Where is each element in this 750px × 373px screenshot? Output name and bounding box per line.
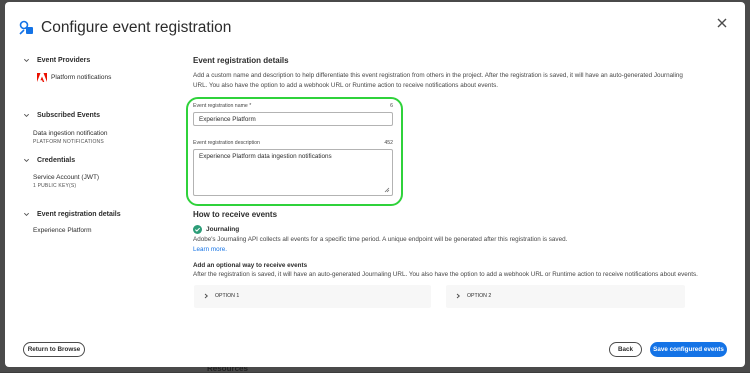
chevron-down-icon xyxy=(24,113,29,117)
sidebar-item-experience-platform: Experience Platform xyxy=(33,227,92,234)
sidebar-item-label: Platform notifications xyxy=(51,74,112,81)
sidebar-item-sub: 1 PUBLIC KEY(S) xyxy=(33,183,77,189)
section-heading-details: Event registration details xyxy=(193,56,289,65)
optional-text: After the registration is saved, it will… xyxy=(193,271,698,278)
sidebar-item-service-account: Service Account (JWT) 1 PUBLIC KEY(S) xyxy=(33,174,99,189)
journaling-text: Adobe's Journaling API collects all even… xyxy=(193,236,568,243)
dialog-title: Configure event registration xyxy=(41,19,232,36)
option-2-label: OPTION 2 xyxy=(467,293,492,299)
chevron-down-icon xyxy=(24,158,29,162)
return-to-browse-button[interactable]: Return to Browse xyxy=(23,342,85,357)
sidebar-heading-label: Event Providers xyxy=(37,57,91,64)
sidebar-heading-label: Credentials xyxy=(37,157,76,164)
sidebar-item-data-ingestion: Data ingestion notification PLATFORM NOT… xyxy=(33,130,107,145)
option-1-label: OPTION 1 xyxy=(215,293,240,299)
sidebar-heading-registration-details[interactable]: Event registration details xyxy=(23,211,121,218)
chevron-down-icon xyxy=(24,212,29,216)
sidebar-item-label: Service Account (JWT) xyxy=(33,174,100,181)
main-content: Event registration details Add a custom … xyxy=(193,56,703,278)
option-1-card[interactable]: OPTION 1 xyxy=(194,285,431,308)
chevron-down-icon xyxy=(24,58,29,62)
journaling-row: Journaling xyxy=(193,225,239,234)
highlight-outline xyxy=(186,97,403,206)
learn-more-link[interactable]: Learn more. xyxy=(193,246,227,253)
journaling-title: Journaling xyxy=(206,226,240,233)
configure-dialog: Configure event registration Event Provi… xyxy=(5,2,745,367)
sidebar-item-sub: PLATFORM NOTIFICATIONS xyxy=(33,139,104,145)
sidebar-item-label: Data ingestion notification xyxy=(33,130,108,137)
chevron-right-icon xyxy=(456,293,460,299)
optional-heading: Add an optional way to receive events xyxy=(193,262,308,269)
details-intro: Add a custom name and description to hel… xyxy=(193,72,683,89)
sidebar-item-platform-notifications: Platform notifications xyxy=(37,73,111,82)
adobe-logo-icon xyxy=(37,73,47,82)
checkmark-circle-icon xyxy=(193,225,202,234)
event-registration-icon xyxy=(19,20,33,35)
sidebar-heading-subscribed-events[interactable]: Subscribed Events xyxy=(23,112,100,119)
back-button[interactable]: Back xyxy=(609,342,642,357)
sidebar-heading-label: Subscribed Events xyxy=(37,112,101,119)
sidebar-heading-label: Event registration details xyxy=(37,211,121,218)
dialog-header: Configure event registration xyxy=(19,19,231,37)
sidebar-heading-credentials[interactable]: Credentials xyxy=(23,157,75,164)
close-icon[interactable] xyxy=(715,16,729,30)
save-configured-events-button[interactable]: Save configured events xyxy=(650,342,727,357)
section-heading-receive: How to receive events xyxy=(193,210,278,219)
sidebar-heading-event-providers[interactable]: Event Providers xyxy=(23,57,90,64)
option-2-card[interactable]: OPTION 2 xyxy=(446,285,685,308)
chevron-right-icon xyxy=(204,293,208,299)
